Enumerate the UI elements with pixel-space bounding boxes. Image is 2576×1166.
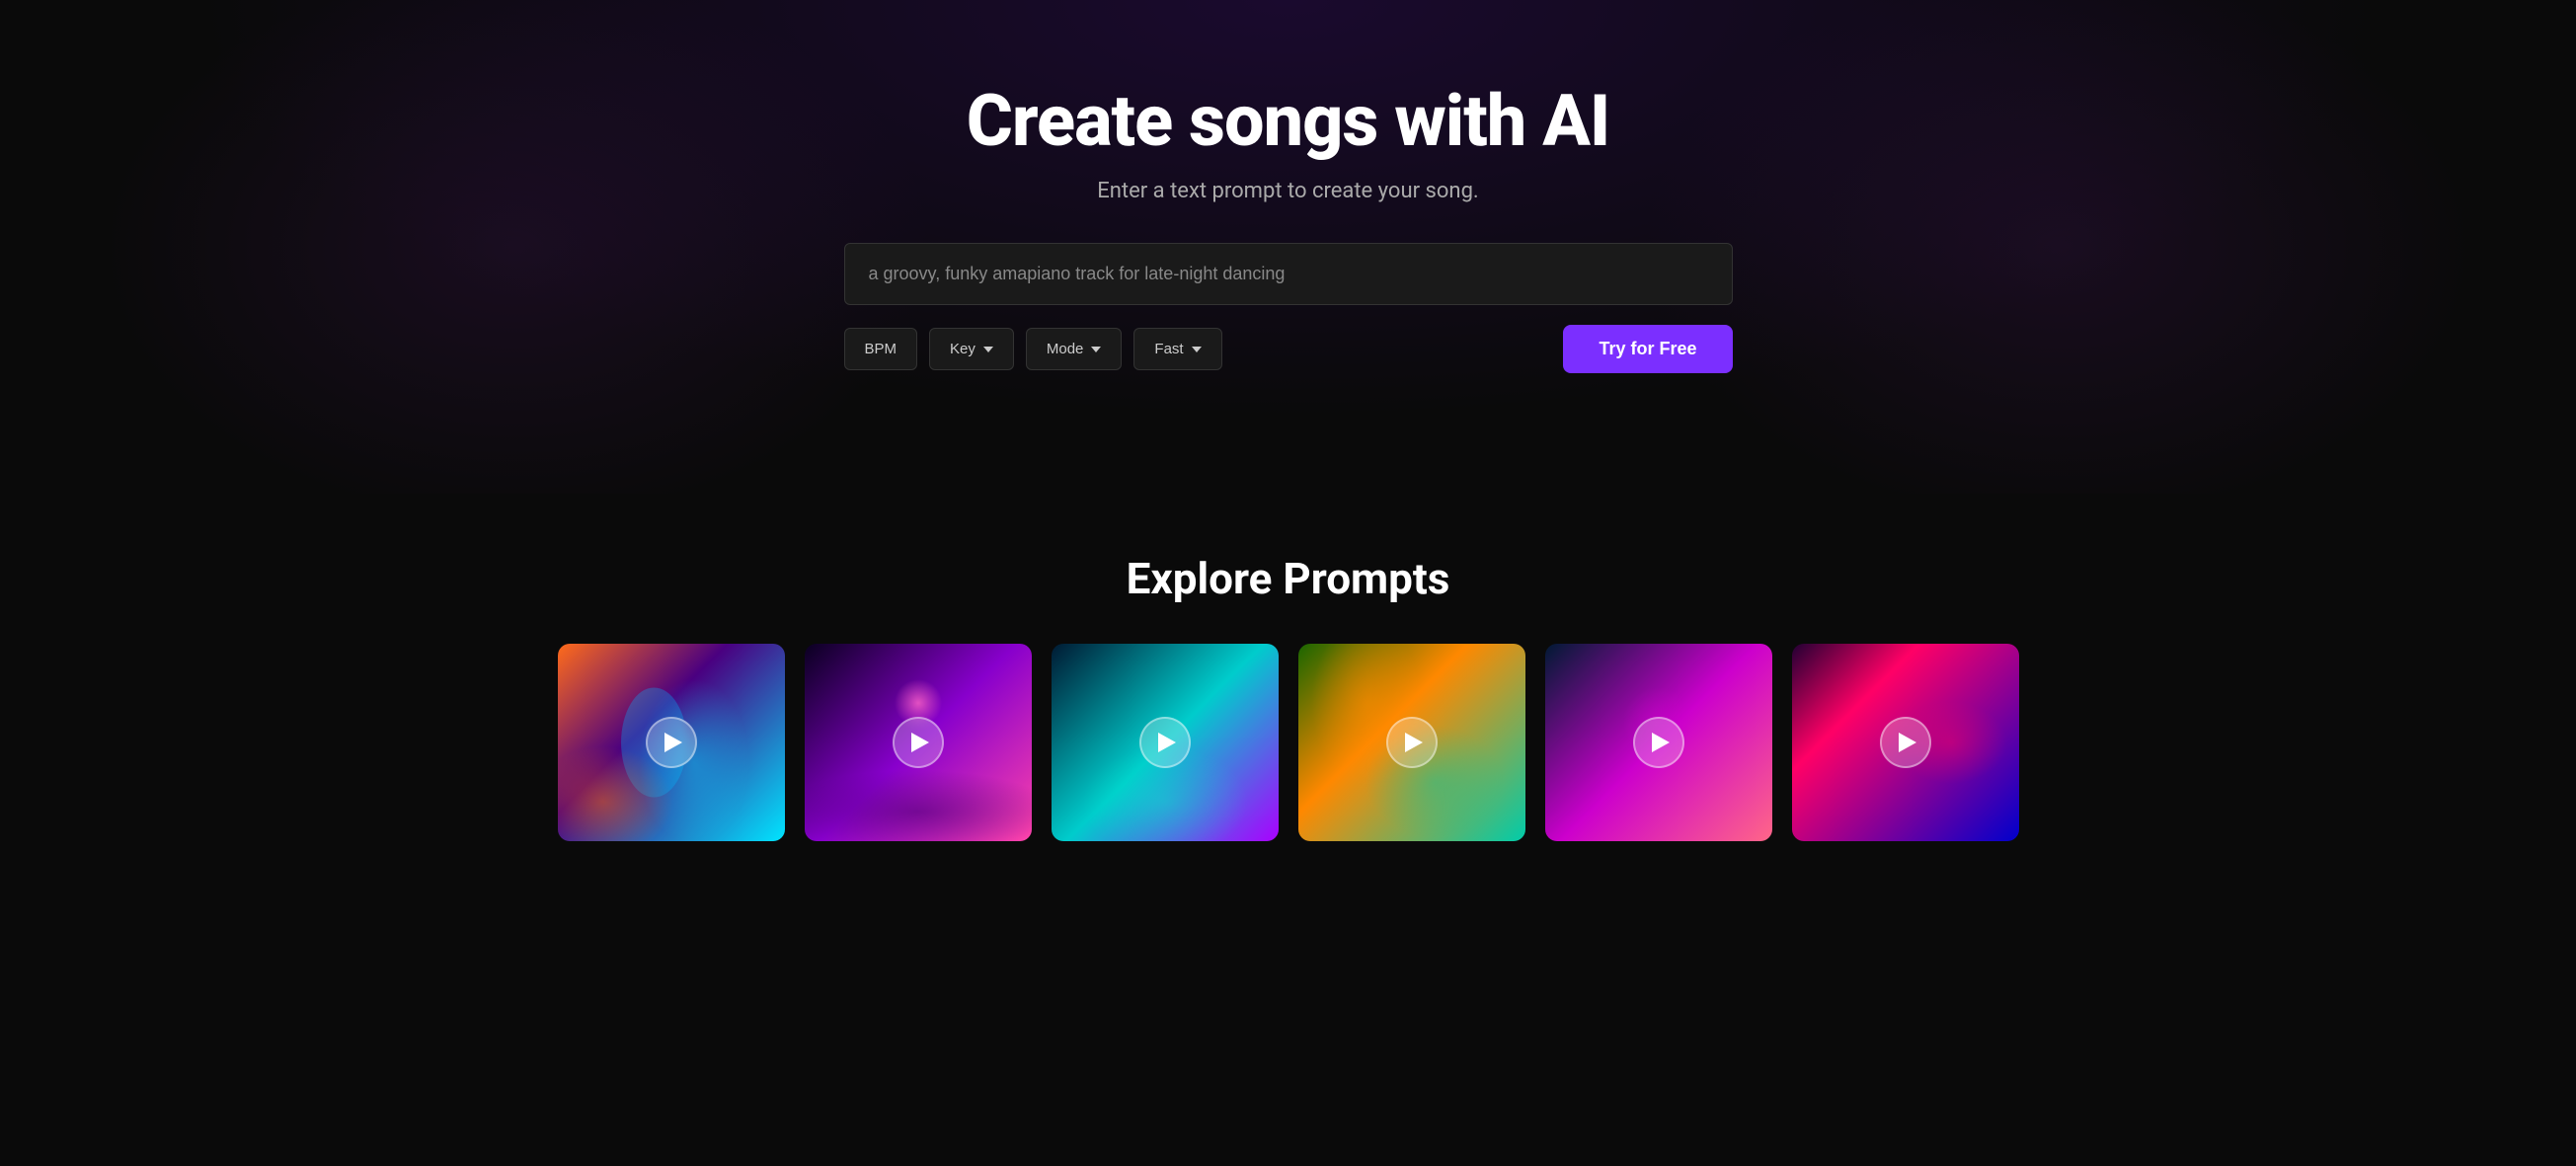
page-wrapper: Create songs with AI Enter a text prompt… xyxy=(0,0,2576,891)
play-button[interactable] xyxy=(893,717,944,768)
play-button[interactable] xyxy=(1633,717,1684,768)
fast-button[interactable]: Fast xyxy=(1133,328,1221,370)
try-for-free-button[interactable]: Try for Free xyxy=(1563,325,1732,373)
key-button[interactable]: Key xyxy=(929,328,1014,370)
key-chevron-icon xyxy=(983,347,993,352)
play-button[interactable] xyxy=(646,717,697,768)
mode-label: Mode xyxy=(1047,341,1084,357)
hero-title: Create songs with AI xyxy=(967,79,1610,163)
prompt-card[interactable] xyxy=(1792,644,2019,841)
bpm-label: BPM xyxy=(865,341,898,357)
fast-label: Fast xyxy=(1154,341,1183,357)
prompt-card[interactable] xyxy=(1545,644,1772,841)
fast-chevron-icon xyxy=(1192,347,1202,352)
bpm-button[interactable]: BPM xyxy=(844,328,918,370)
mode-chevron-icon xyxy=(1091,347,1101,352)
input-section: BPM Key Mode Fast Try for Free xyxy=(844,243,1733,373)
hero-subtitle: Enter a text prompt to create your song. xyxy=(1097,179,1478,203)
controls-row: BPM Key Mode Fast Try for Free xyxy=(844,325,1733,373)
explore-title: Explore Prompts xyxy=(39,553,2537,604)
key-label: Key xyxy=(950,341,976,357)
prompt-input[interactable] xyxy=(844,243,1733,305)
mode-button[interactable]: Mode xyxy=(1026,328,1123,370)
play-button[interactable] xyxy=(1386,717,1438,768)
play-button[interactable] xyxy=(1139,717,1191,768)
play-button[interactable] xyxy=(1880,717,1931,768)
prompt-card[interactable] xyxy=(1052,644,1279,841)
hero-section: Create songs with AI Enter a text prompt… xyxy=(0,0,2576,494)
cards-grid xyxy=(39,644,2537,851)
prompt-card[interactable] xyxy=(558,644,785,841)
prompt-card[interactable] xyxy=(805,644,1032,841)
prompt-card[interactable] xyxy=(1298,644,1525,841)
explore-section: Explore Prompts xyxy=(0,494,2576,891)
